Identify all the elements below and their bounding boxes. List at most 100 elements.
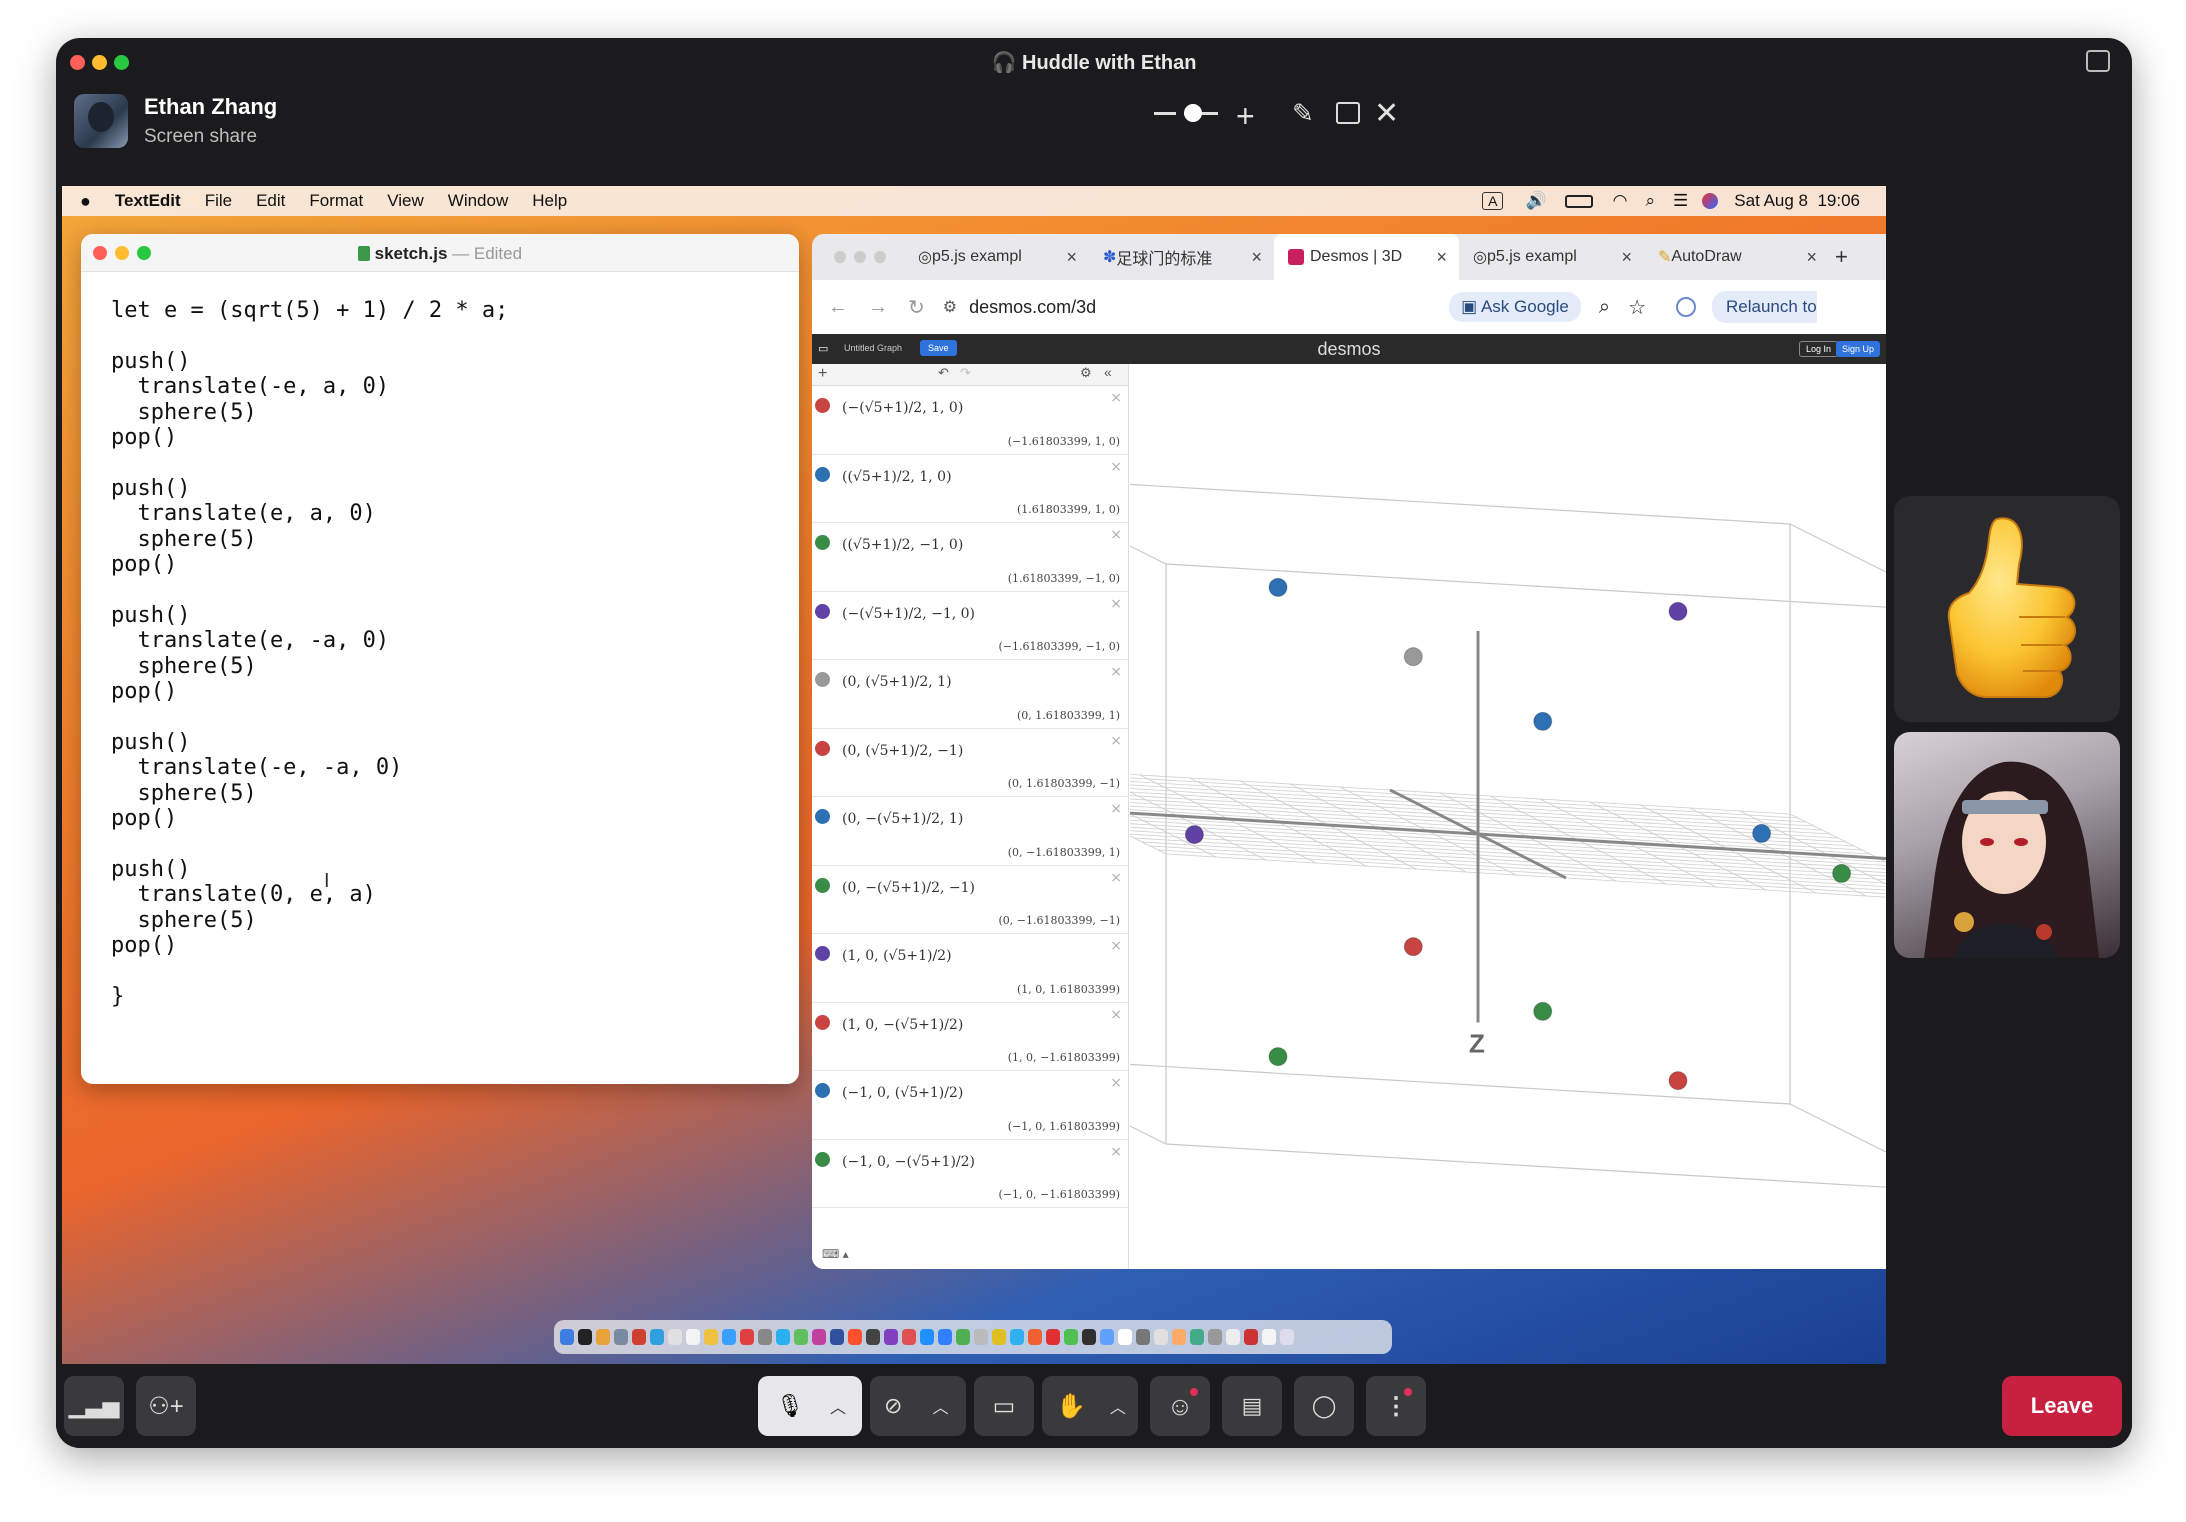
dock-app-icon[interactable]	[830, 1329, 844, 1345]
address-bar[interactable]: desmos.com/3d	[969, 297, 1449, 318]
zoom-slider-knob[interactable]	[1184, 104, 1202, 122]
relaunch-button[interactable]: Relaunch to	[1712, 291, 1817, 323]
dock-app-icon[interactable]	[686, 1329, 700, 1345]
delete-expression-icon[interactable]: ×	[1110, 733, 1122, 749]
dock-app-icon[interactable]	[938, 1329, 952, 1345]
expression-row[interactable]: (0, −(√5+1)/2, 1) (0, −1.61803399, 1) ×	[812, 797, 1128, 866]
dock-app-icon[interactable]	[740, 1329, 754, 1345]
expression-color-icon[interactable]	[815, 946, 830, 961]
redo-icon[interactable]: ↷	[960, 365, 971, 381]
dock-app-icon[interactable]	[1046, 1329, 1060, 1345]
expression-row[interactable]: ((√5+1)/2, 1, 0) (1.61803399, 1, 0) ×	[812, 455, 1128, 523]
video-button[interactable]: ⊘ ︿	[870, 1376, 966, 1436]
dock-app-icon[interactable]	[902, 1329, 916, 1345]
dock-app-icon[interactable]	[794, 1329, 808, 1345]
tab-football[interactable]: ✽ 足球门的标准 ×	[1089, 234, 1274, 280]
expression-row[interactable]: (1, 0, (√5+1)/2) (1, 0, 1.61803399) ×	[812, 934, 1128, 1003]
delete-expression-icon[interactable]: ×	[1110, 527, 1122, 543]
graph-3d[interactable]: X Z	[989, 364, 1886, 1269]
code-editor[interactable]: let e = (sqrt(5) + 1) / 2 * a; push() tr…	[81, 272, 799, 1009]
tab-p5js-1[interactable]: ◎ p5.js exampl ×	[904, 234, 1089, 280]
expression-color-icon[interactable]	[815, 1083, 830, 1098]
dock-app-icon[interactable]	[920, 1329, 934, 1345]
zoom-in-button[interactable]: +	[1236, 98, 1255, 135]
close-share-icon[interactable]: ✕	[1374, 96, 1399, 131]
expression-row[interactable]: (−(√5+1)/2, 1, 0) (−1.61803399, 1, 0) ×	[812, 386, 1128, 455]
tab-autodraw[interactable]: ✎ AutoDraw ×	[1644, 234, 1829, 280]
chat-button[interactable]: ◯	[1294, 1376, 1354, 1436]
expression-row[interactable]: (1, 0, −(√5+1)/2) (1, 0, −1.61803399) ×	[812, 1003, 1128, 1071]
graph-svg[interactable]: X Z	[989, 364, 1886, 1269]
expression-color-icon[interactable]	[815, 603, 830, 619]
delete-expression-icon[interactable]: ×	[1110, 1007, 1122, 1023]
delete-expression-icon[interactable]: ×	[1110, 801, 1122, 817]
profile-icon[interactable]	[1676, 297, 1696, 317]
close-tab-icon[interactable]: ×	[1806, 247, 1817, 268]
dock-app-icon[interactable]	[1226, 1329, 1240, 1345]
settings-gear-icon[interactable]: ⚙	[1080, 365, 1092, 381]
site-settings-icon[interactable]: ⚙	[943, 297, 957, 317]
tab-desmos[interactable]: Desmos | 3D ×	[1274, 234, 1459, 280]
expression-formula[interactable]: (−1, 0, −(√5+1)/2)	[842, 1154, 975, 1170]
dock-app-icon[interactable]	[974, 1329, 988, 1345]
dock-app-icon[interactable]	[578, 1329, 592, 1345]
add-people-button[interactable]: ⚇+	[136, 1376, 196, 1436]
keyboard-icon[interactable]: ⌨ ▴	[822, 1247, 849, 1261]
connection-stats-button[interactable]: ▁▃▅	[64, 1376, 124, 1436]
expression-color-icon[interactable]	[815, 877, 830, 893]
notes-button[interactable]: ▤	[1222, 1376, 1282, 1436]
expression-color-icon[interactable]	[815, 398, 830, 413]
ask-google-button[interactable]: ▣ Ask Google	[1449, 292, 1581, 322]
close-tab-icon[interactable]: ×	[1251, 247, 1262, 268]
tab-p5js-2[interactable]: ◎ p5.js exampl ×	[1459, 234, 1644, 280]
expression-formula[interactable]: (0, −(√5+1)/2, 1)	[842, 811, 963, 827]
delete-expression-icon[interactable]: ×	[1110, 459, 1122, 475]
zoom-out-button[interactable]	[1154, 112, 1176, 115]
expression-formula[interactable]: (0, −(√5+1)/2, −1)	[842, 880, 975, 896]
expression-formula[interactable]: (1, 0, (√5+1)/2)	[842, 948, 952, 964]
expression-formula[interactable]: ((√5+1)/2, −1, 0)	[842, 537, 963, 553]
expression-row[interactable]: (−1, 0, −(√5+1)/2) (−1, 0, −1.61803399) ×	[812, 1140, 1128, 1208]
delete-expression-icon[interactable]: ×	[1110, 1075, 1122, 1091]
delete-expression-icon[interactable]: ×	[1110, 1144, 1122, 1160]
expression-formula[interactable]: (1, 0, −(√5+1)/2)	[842, 1017, 963, 1033]
expression-formula[interactable]: (−1, 0, (√5+1)/2)	[842, 1085, 963, 1101]
close-tab-icon[interactable]: ×	[1066, 247, 1077, 268]
dock-app-icon[interactable]	[596, 1329, 610, 1345]
delete-expression-icon[interactable]: ×	[1110, 596, 1122, 612]
dock-app-icon[interactable]	[1154, 1329, 1168, 1345]
expression-color-icon[interactable]	[815, 672, 830, 687]
signup-button[interactable]: Sign Up	[1835, 341, 1880, 357]
delete-expression-icon[interactable]: ×	[1110, 938, 1122, 954]
delete-expression-icon[interactable]: ×	[1110, 390, 1122, 406]
draw-pencil-icon[interactable]: ✎	[1292, 98, 1314, 129]
expression-formula[interactable]: ((√5+1)/2, 1, 0)	[842, 469, 952, 485]
dock-app-icon[interactable]	[812, 1329, 826, 1345]
expression-formula[interactable]: (−(√5+1)/2, −1, 0)	[842, 606, 975, 622]
raise-hand-button[interactable]: ✋ ︿	[1042, 1376, 1138, 1436]
expression-color-icon[interactable]	[815, 1151, 830, 1167]
dock-app-icon[interactable]	[758, 1329, 772, 1345]
dock-app-icon[interactable]	[1244, 1329, 1258, 1345]
bookmark-star-icon[interactable]: ☆	[1628, 295, 1646, 320]
expression-color-icon[interactable]	[815, 809, 830, 824]
delete-expression-icon[interactable]: ×	[1110, 664, 1122, 680]
dock-app-icon[interactable]	[1172, 1329, 1186, 1345]
expression-row[interactable]: (−1, 0, (√5+1)/2) (−1, 0, 1.61803399) ×	[812, 1071, 1128, 1140]
leave-button[interactable]: Leave	[2002, 1376, 2122, 1436]
dock-app-icon[interactable]	[704, 1329, 718, 1345]
expression-formula[interactable]: (0, (√5+1)/2, 1)	[842, 674, 952, 690]
zoom-icon[interactable]: ⌕	[1599, 296, 1610, 319]
dock-app-icon[interactable]	[1028, 1329, 1042, 1345]
dock-app-icon[interactable]	[614, 1329, 628, 1345]
forward-icon[interactable]: →	[868, 296, 888, 319]
login-button[interactable]: Log In	[1798, 341, 1838, 357]
reload-icon[interactable]: ↻	[908, 295, 925, 320]
dock-app-icon[interactable]	[560, 1329, 574, 1345]
mic-options-chevron-icon[interactable]: ︿	[830, 1394, 846, 1418]
dock-app-icon[interactable]	[884, 1329, 898, 1345]
add-expression-icon[interactable]: +	[818, 365, 827, 383]
dock-app-icon[interactable]	[1190, 1329, 1204, 1345]
expression-color-icon[interactable]	[815, 466, 830, 482]
expression-formula[interactable]: (0, (√5+1)/2, −1)	[842, 743, 963, 759]
